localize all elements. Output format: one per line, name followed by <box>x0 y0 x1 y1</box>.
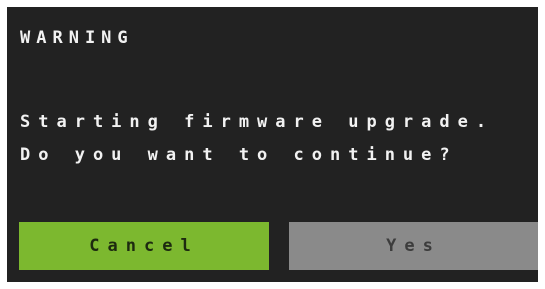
dialog-title: WARNING <box>20 28 134 48</box>
message-line: Do you want to continue? <box>20 145 458 165</box>
yes-button[interactable]: Yes <box>289 222 538 270</box>
dialog-message: Starting firmware upgrade. Do you want t… <box>20 106 494 172</box>
message-line: Starting firmware upgrade. <box>20 112 495 132</box>
yes-button-label: Yes <box>386 236 441 256</box>
cancel-button[interactable]: Cancel <box>19 222 269 270</box>
warning-dialog: WARNING Starting firmware upgrade. Do yo… <box>7 7 538 282</box>
cancel-button-label: Cancel <box>89 236 199 256</box>
